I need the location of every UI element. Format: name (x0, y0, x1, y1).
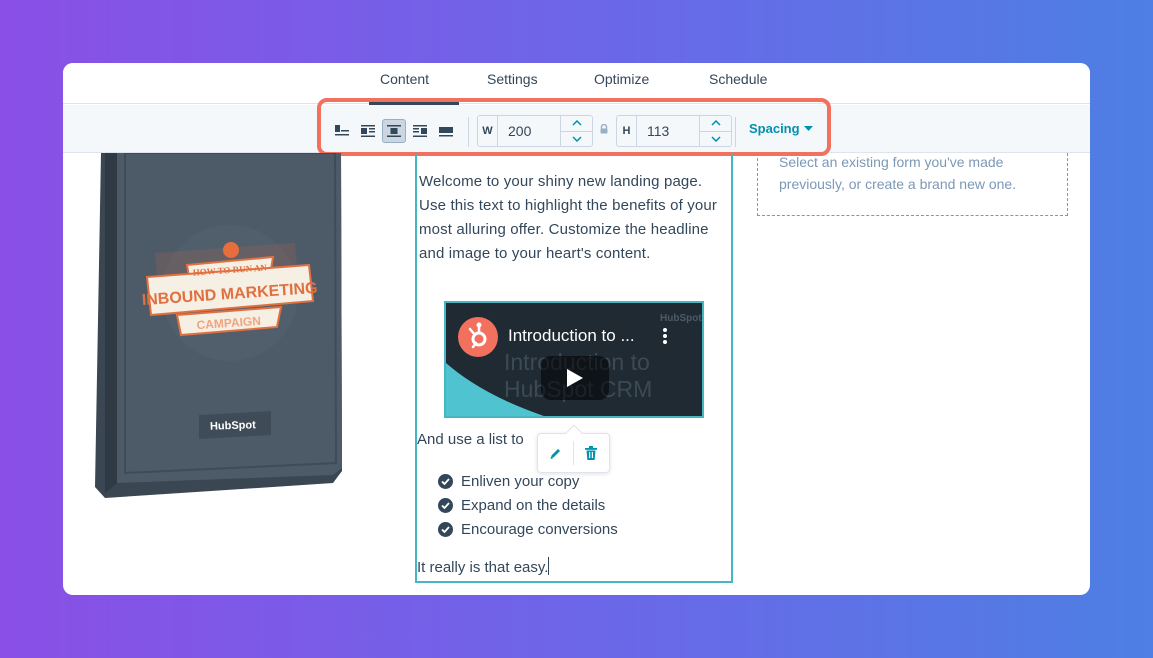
list-item: Expand on the details (438, 493, 618, 517)
pencil-icon (550, 448, 560, 459)
image-action-popover (537, 424, 610, 473)
list-item-text: Encourage conversions (461, 520, 618, 538)
list-item-text: Expand on the details (461, 496, 606, 514)
closing-text: It really is that easy. (417, 557, 550, 576)
trash-icon (585, 446, 598, 460)
ebook-brand: HubSpot (210, 419, 257, 433)
toolbar-highlight (317, 98, 831, 156)
list-intro-text: And use a list to (417, 431, 524, 448)
hubspot-logo-icon (458, 317, 498, 357)
video-title[interactable]: Introduction to ... (508, 326, 635, 346)
list-item-text: Enliven your copy (461, 472, 580, 490)
text-cursor (548, 557, 550, 575)
intro-paragraph: Welcome to your shiny new landing page. … (419, 173, 718, 262)
edit-button[interactable] (538, 433, 573, 473)
editor-card: Content Settings Optimize Schedule W 200 (63, 63, 1090, 595)
closing-text-content: It really is that easy. (417, 559, 549, 576)
check-circle-icon (438, 521, 453, 537)
list-item: Encourage conversions (438, 517, 618, 541)
ebook-cover-image[interactable]: HOW TO RUN AN INBOUND MARKETING CAMPAIGN… (95, 153, 343, 498)
check-circle-icon (438, 473, 453, 489)
video-watermark: HubSpot (660, 313, 702, 324)
more-options-icon[interactable] (662, 327, 668, 345)
form-placeholder-text: Select an existing form you've made prev… (779, 154, 1017, 192)
video-embed[interactable]: Introduction to HubSpot CRM HubSpot Intr… (444, 301, 704, 418)
delete-button[interactable] (574, 433, 609, 473)
check-circle-icon (438, 497, 453, 513)
play-icon (567, 369, 583, 387)
feature-checklist: Enliven your copy Expand on the details … (438, 469, 618, 541)
form-placeholder[interactable]: Select an existing form you've made prev… (757, 153, 1068, 216)
play-button[interactable] (541, 356, 609, 400)
